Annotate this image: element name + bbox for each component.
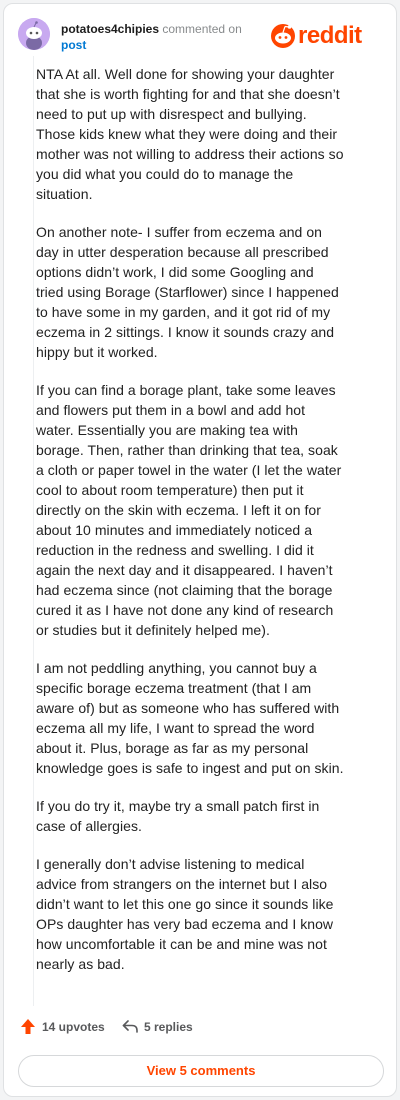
- user-avatar[interactable]: [18, 18, 50, 50]
- comment-header: potatoes4chipies commented on post reddi…: [18, 18, 382, 58]
- comment-paragraph: NTA At all. Well done for showing your d…: [36, 66, 344, 202]
- comment-paragraph: I generally don’t advise listening to me…: [36, 856, 334, 972]
- view-comments-button[interactable]: View 5 comments: [18, 1055, 384, 1087]
- action-text: commented on: [162, 22, 242, 36]
- reply-count: 5 replies: [144, 1020, 193, 1034]
- snoo-avatar-icon: [18, 18, 50, 50]
- comment-body: NTA At all. Well done for showing your d…: [36, 64, 344, 992]
- thread-line[interactable]: [33, 56, 34, 1006]
- reply-button[interactable]: 5 replies: [122, 1017, 212, 1037]
- reddit-alien-icon: [271, 24, 295, 48]
- comment-paragraph: I am not peddling anything, you cannot b…: [36, 660, 344, 776]
- comment-paragraph: On another note- I suffer from eczema an…: [36, 224, 339, 360]
- comment-paragraph: If you can find a borage plant, take som…: [36, 382, 342, 638]
- post-link[interactable]: post: [61, 37, 242, 53]
- upvote-button[interactable]: 14 upvotes: [20, 1017, 110, 1037]
- username-link[interactable]: potatoes4chipies: [61, 22, 159, 36]
- reply-arrow-icon: [122, 1020, 138, 1033]
- upvote-count: 14 upvotes: [42, 1020, 105, 1034]
- reddit-logo[interactable]: reddit: [270, 22, 382, 50]
- reddit-wordmark: reddit: [298, 22, 362, 49]
- comment-paragraph: If you do try it, maybe try a small patc…: [36, 798, 320, 834]
- upvote-arrow-icon: [21, 1019, 35, 1034]
- comment-meta: potatoes4chipies commented on post: [61, 21, 242, 53]
- comment-actions: 14 upvotes 5 replies: [18, 1017, 382, 1037]
- comment-card: potatoes4chipies commented on post reddi…: [3, 3, 397, 1097]
